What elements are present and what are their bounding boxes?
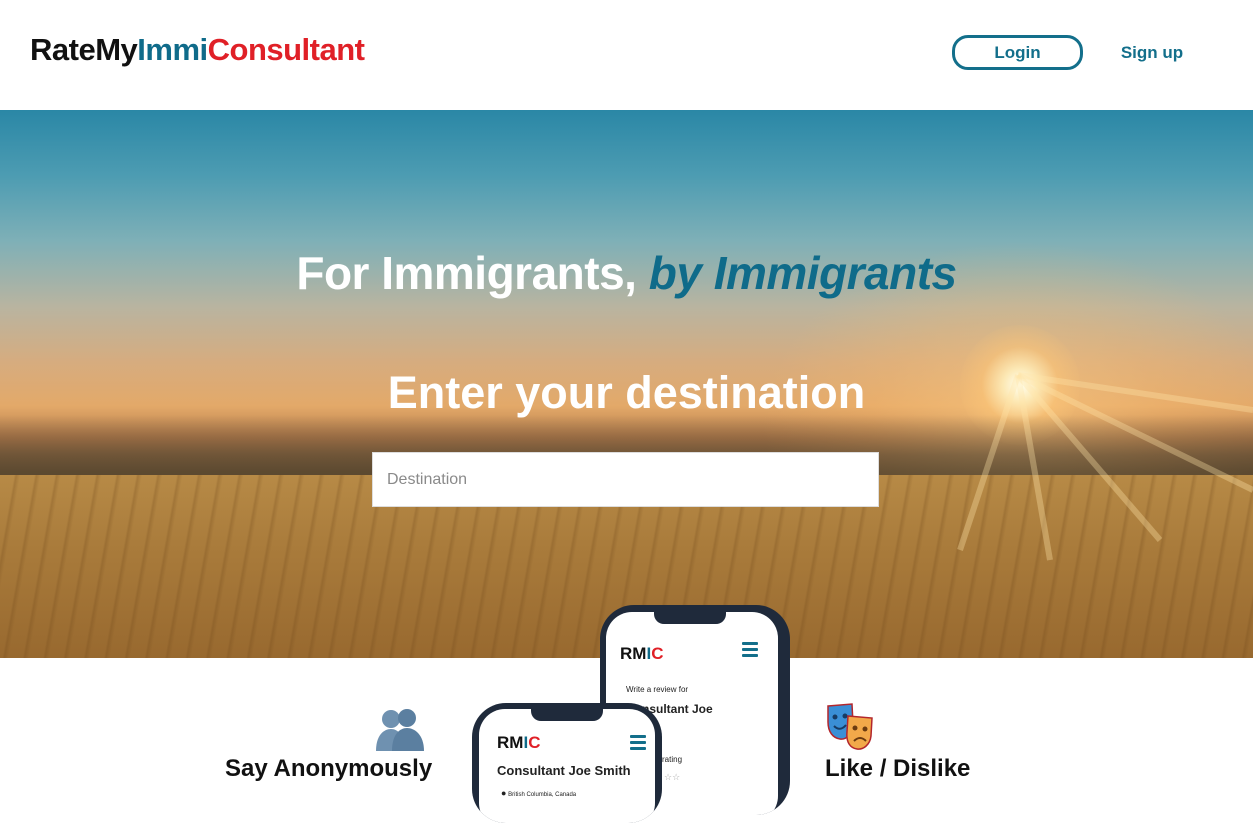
hero-banner: For Immigrants, by Immigrants Enter your… — [0, 110, 1253, 658]
signup-link[interactable]: Sign up — [1108, 38, 1196, 67]
logo-part-consultant: Consultant — [207, 32, 365, 67]
phone-back-notch — [654, 612, 726, 624]
login-button[interactable]: Login — [952, 35, 1083, 70]
phone-front-notch — [531, 709, 603, 721]
location-pin-icon: ● — [501, 788, 507, 798]
phone-back-rating-label: rating — [662, 755, 683, 764]
hero-title: For Immigrants, by Immigrants — [0, 246, 1253, 300]
phone-front-brand: RMIC — [497, 733, 541, 752]
phone-front-menu-icon — [630, 735, 646, 753]
logo-part-ratemy: RateMy — [30, 32, 138, 67]
theater-masks-icon — [827, 703, 873, 750]
destination-input[interactable] — [372, 452, 879, 507]
phone-mockup-front: RMIC Consultant Joe Smith ● British Colu… — [472, 703, 662, 823]
phone-front-screen: RMIC Consultant Joe Smith ● British Colu… — [479, 709, 655, 823]
hero-title-prefix: For Immigrants, — [296, 247, 649, 299]
logo-part-immi: Immi — [137, 32, 208, 67]
phone-front-location-text: British Columbia, Canada — [508, 792, 577, 798]
feature-like-dislike-title: Like / Dislike — [825, 755, 971, 782]
phone-front-consultant: Consultant Joe Smith — [497, 763, 631, 778]
hero-subtitle: Enter your destination — [387, 367, 866, 418]
site-header: RateMyImmiConsultant Login Sign up — [0, 0, 1253, 110]
phone-back-menu-icon — [742, 642, 758, 660]
hero-title-accent: by Immigrants — [648, 247, 957, 299]
phone-back-brand: RMIC — [620, 644, 664, 663]
site-logo[interactable]: RateMyImmiConsultant — [30, 30, 365, 70]
phone-back-stars-icon: ☆☆ — [664, 772, 681, 782]
feature-say-anonymously-title: Say Anonymously — [225, 755, 433, 782]
phone-back-write-review: Write a review for — [626, 685, 689, 694]
people-icon — [376, 709, 424, 751]
phone-front-location: ● British Columbia, Canada — [501, 788, 576, 798]
